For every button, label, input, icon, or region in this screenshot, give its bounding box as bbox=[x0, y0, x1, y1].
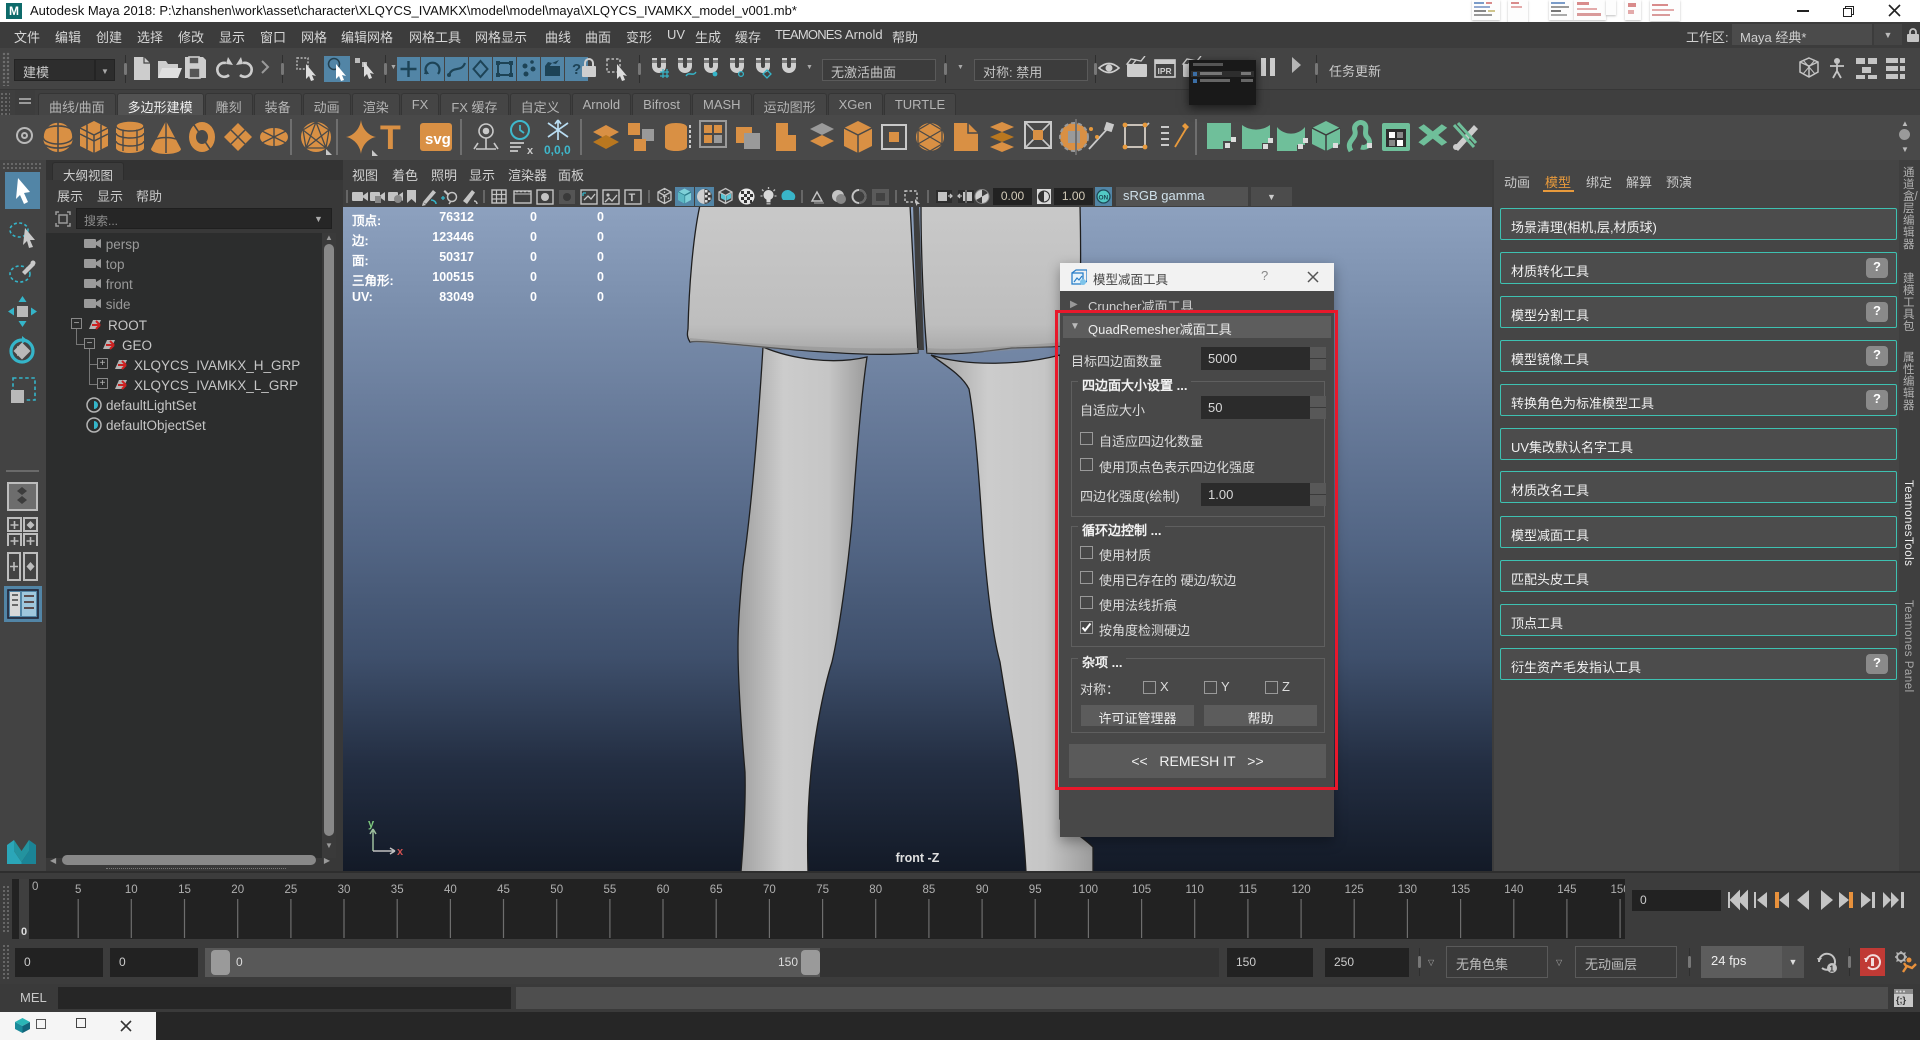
svg-text:65: 65 bbox=[710, 884, 723, 896]
svg-text:15: 15 bbox=[178, 884, 191, 896]
svg-text:80: 80 bbox=[869, 884, 882, 896]
svg-text:90: 90 bbox=[976, 884, 989, 896]
svg-text:85: 85 bbox=[923, 884, 936, 896]
svg-text:115: 115 bbox=[1239, 884, 1257, 896]
svg-text:35: 35 bbox=[391, 884, 404, 896]
svg-text:IPR: IPR bbox=[1158, 66, 1172, 76]
svg-text:x: x bbox=[527, 145, 534, 157]
svg-text:100: 100 bbox=[1079, 884, 1098, 896]
svg-text:40: 40 bbox=[444, 884, 457, 896]
svg-text:30: 30 bbox=[338, 884, 351, 896]
svg-text:25: 25 bbox=[285, 884, 298, 896]
svg-text:60: 60 bbox=[657, 884, 670, 896]
svg-text:45: 45 bbox=[497, 884, 510, 896]
svg-text:95: 95 bbox=[1029, 884, 1042, 896]
svg-text:70: 70 bbox=[763, 884, 776, 896]
svg-text:y: y bbox=[368, 819, 375, 830]
svg-text:20: 20 bbox=[231, 884, 244, 896]
svg-text:5: 5 bbox=[75, 884, 81, 896]
svg-text:10: 10 bbox=[125, 884, 138, 896]
svg-text:50: 50 bbox=[550, 884, 563, 896]
svg-text:55: 55 bbox=[604, 884, 617, 896]
svg-text:110: 110 bbox=[1186, 884, 1204, 896]
svg-text:svg: svg bbox=[425, 131, 451, 148]
svg-text:{;}: {;} bbox=[1896, 995, 1906, 1005]
svg-text:145: 145 bbox=[1557, 884, 1576, 896]
svg-text:105: 105 bbox=[1132, 884, 1151, 896]
svg-text:T: T bbox=[380, 119, 401, 157]
svg-text:140: 140 bbox=[1504, 884, 1523, 896]
svg-text:75: 75 bbox=[816, 884, 829, 896]
svg-text:135: 135 bbox=[1451, 884, 1470, 896]
svg-text:1: 1 bbox=[1830, 965, 1835, 974]
svg-text:ON: ON bbox=[1099, 195, 1109, 202]
svg-text:130: 130 bbox=[1398, 884, 1417, 896]
svg-text:125: 125 bbox=[1345, 884, 1364, 896]
svg-text:T: T bbox=[629, 192, 636, 204]
svg-text:0,0,0: 0,0,0 bbox=[544, 143, 571, 157]
svg-text:120: 120 bbox=[1292, 884, 1311, 896]
svg-text:150: 150 bbox=[1611, 884, 1625, 896]
